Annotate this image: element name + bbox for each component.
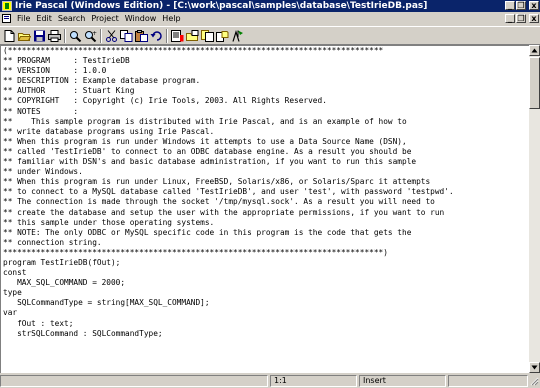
magnifier-icon (70, 31, 82, 42)
minimize-button[interactable]: _ (505, 1, 515, 10)
code-line: ** familiar with DSN's and basic databas… (3, 157, 417, 167)
status-message-panel (0, 375, 268, 387)
code-line: ** connection string. (3, 237, 102, 247)
open-button[interactable] (17, 29, 32, 43)
code-line: ** under Windows. (3, 167, 83, 177)
code-line: ****************************************… (3, 247, 388, 257)
code-editor[interactable]: (***************************************… (0, 45, 529, 373)
copy-button[interactable] (119, 29, 134, 43)
paste-icon (135, 30, 148, 42)
new-file-button[interactable] (2, 29, 17, 43)
menu-window[interactable]: Window (122, 12, 160, 25)
project-options-icon (216, 31, 229, 42)
status-extra-panel (448, 375, 528, 387)
code-line: ** to connect to a MySQL database called… (3, 187, 454, 197)
cut-button[interactable] (104, 29, 119, 43)
doc-minimize-button[interactable]: _ (505, 14, 515, 23)
code-line: ** COPYRIGHT : Copyright (c) Irie Tools,… (3, 96, 327, 106)
save-icon (34, 30, 45, 42)
scroll-down-button[interactable] (529, 362, 540, 373)
toolbar: + (0, 26, 540, 45)
scroll-thumb[interactable] (529, 57, 540, 109)
resize-grip-icon[interactable] (529, 376, 539, 387)
undo-icon (150, 31, 162, 41)
find-next-icon: + (85, 30, 97, 42)
open-folder-icon (18, 33, 31, 41)
toolbar-separator (166, 29, 168, 43)
compile-icon (171, 30, 184, 42)
scissors-icon (106, 30, 117, 42)
code-line: ** The connection is made through the so… (3, 197, 435, 207)
code-line: ** this sample under those operating sys… (3, 217, 215, 227)
code-line: ** create the database and setup the use… (3, 207, 445, 217)
doc-close-button[interactable]: x (529, 14, 539, 23)
code-line: ** DESCRIPTION : Example database progra… (3, 76, 201, 86)
menu-project[interactable]: Project (88, 12, 121, 25)
copy-icon (120, 30, 133, 42)
close-button[interactable]: x (529, 1, 539, 10)
menu-bar: File Edit Search Project Window Help _ ❐… (0, 12, 540, 25)
toolbar-separator (64, 29, 66, 43)
toolbar-separator (100, 29, 102, 43)
code-line: ** VERSION : 1.0.0 (3, 66, 107, 76)
code-line: type (3, 288, 22, 298)
scroll-up-button[interactable] (529, 45, 540, 56)
code-text: (***************************************… (3, 46, 454, 339)
cursor-position: 1:1 (270, 375, 357, 387)
app-icon (2, 1, 12, 11)
status-bar: 1:1 Insert (0, 374, 540, 388)
project-folder-icon (186, 30, 199, 41)
code-line: (***************************************… (3, 46, 384, 55)
paste-button[interactable] (134, 29, 149, 43)
code-line: fOut : text; (3, 318, 74, 328)
document-icon[interactable] (2, 14, 11, 23)
code-line: ** PROGRAM : TestIrieDB (3, 56, 130, 66)
print-button[interactable] (47, 29, 62, 43)
code-line: SQLCommandType = string[MAX_SQL_COMMAND]… (3, 298, 210, 308)
arrow-up-icon (531, 48, 538, 53)
arrow-down-icon (531, 365, 538, 370)
menu-edit[interactable]: Edit (33, 12, 55, 25)
vertical-scrollbar[interactable] (529, 45, 540, 373)
code-line: ** write database programs using Irie Pa… (3, 126, 215, 136)
find-button[interactable] (68, 29, 83, 43)
code-line: ** AUTHOR : Stuart King (3, 86, 135, 96)
run-button[interactable] (230, 29, 245, 43)
code-line: var (3, 308, 18, 318)
code-line: ** This sample program is distributed wi… (3, 116, 407, 126)
restore-button[interactable]: ❐ (516, 1, 526, 10)
find-next-button[interactable]: + (83, 29, 98, 43)
code-line: ** NOTE: The only ODBC or MySQL specific… (3, 227, 412, 237)
code-line: ** called 'TestIrieDB' to connect to an … (3, 146, 412, 156)
new-file-icon (4, 30, 15, 42)
title-bar: Irie Pascal (Windows Edition) - [C:\work… (0, 0, 540, 12)
code-line: ** When this program is run under Window… (3, 136, 407, 146)
code-line: ** NOTES : (3, 106, 79, 116)
open-project-button[interactable] (185, 29, 200, 43)
save-button[interactable] (32, 29, 47, 43)
doc-restore-button[interactable]: ❐ (516, 14, 526, 23)
project-options-button[interactable] (215, 29, 230, 43)
menu-help[interactable]: Help (159, 12, 183, 25)
svg-text:+: + (92, 30, 97, 37)
code-line: MAX_SQL_COMMAND = 2000; (3, 278, 126, 288)
insert-mode: Insert (359, 375, 446, 387)
undo-button[interactable] (149, 29, 164, 43)
run-icon (232, 30, 243, 42)
project-files-icon (201, 30, 214, 42)
window-title: Irie Pascal (Windows Edition) - [C:\work… (15, 1, 428, 11)
menu-search[interactable]: Search (55, 12, 88, 25)
code-line: program TestIrieDB(fOut); (3, 257, 121, 267)
print-icon (48, 30, 61, 42)
code-line: const (3, 268, 27, 278)
compile-button[interactable] (170, 29, 185, 43)
code-line: strSQLCommand : SQLCommandType; (3, 328, 163, 338)
menu-file[interactable]: File (14, 12, 33, 25)
code-line: ** When this program is run under Linux,… (3, 177, 431, 187)
project-files-button[interactable] (200, 29, 215, 43)
